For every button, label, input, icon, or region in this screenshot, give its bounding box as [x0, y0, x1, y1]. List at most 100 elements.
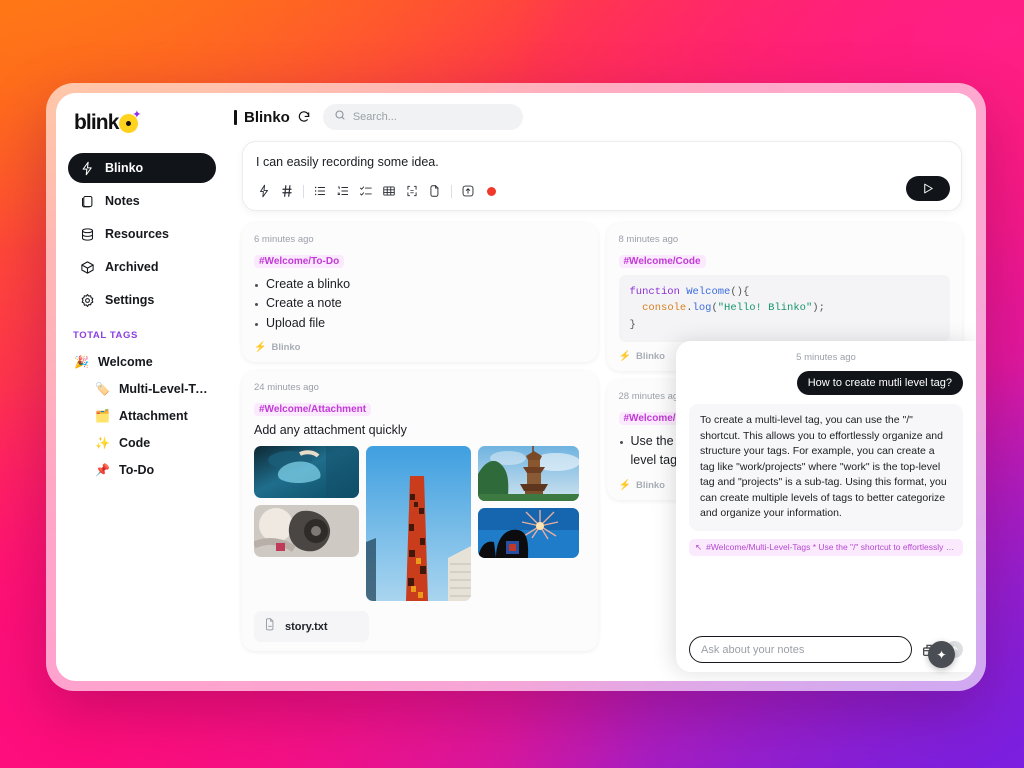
code-punct: (){: [730, 286, 750, 298]
list-item: Create a note: [254, 294, 586, 313]
main-content: Blinko I can easily recording some idea.: [228, 93, 976, 681]
logo-sparkle-icon: ✦: [132, 109, 142, 121]
search-box[interactable]: [322, 104, 523, 130]
tag-item-to-do[interactable]: 📌 To-Do: [68, 456, 216, 483]
note-source-label: Blinko: [635, 479, 665, 491]
note-timestamp: 6 minutes ago: [254, 234, 314, 245]
tag-item-attachment[interactable]: 🗂️ Attachment: [68, 402, 216, 429]
checklist-icon[interactable]: [358, 183, 374, 199]
note-card-todo[interactable]: 6 minutes ago #Welcome/To-Do Create a bl…: [242, 223, 598, 363]
note-editor[interactable]: I can easily recording some idea.: [242, 141, 962, 211]
record-icon[interactable]: [483, 183, 499, 199]
note-timestamp: 24 minutes ago: [254, 382, 319, 394]
send-note-button[interactable]: [906, 176, 950, 201]
tag-item-code[interactable]: ✨ Code: [68, 429, 216, 456]
sidebar-item-blinko[interactable]: Blinko: [68, 153, 216, 183]
sidebar-item-label: Blinko: [105, 161, 144, 175]
box-icon: [80, 260, 95, 275]
sidebar-item-settings[interactable]: Settings: [68, 285, 216, 315]
tag-label: Code: [119, 435, 151, 450]
note-source-label: Blinko: [635, 350, 665, 362]
tag-item-multi-level-tags[interactable]: 🏷️ Multi-Level-Ta...: [68, 375, 216, 402]
sidebar-item-notes[interactable]: Notes: [68, 186, 216, 216]
note-timestamp: 8 minutes ago: [618, 234, 679, 245]
photo-thumbnail[interactable]: [254, 505, 359, 558]
app-window-frame: blink ✦ Blinko Notes Resources Archived …: [46, 83, 986, 691]
pin-icon: 📌: [95, 462, 110, 477]
app-window: blink ✦ Blinko Notes Resources Archived …: [56, 93, 976, 681]
hashtag-icon[interactable]: [279, 183, 295, 199]
list-item: Create a blinko: [254, 275, 586, 294]
refresh-icon[interactable]: [297, 110, 311, 124]
note-footer: ⚡ Blinko: [254, 342, 586, 353]
chat-timestamp: 5 minutes ago: [796, 352, 856, 363]
chat-input-row: [689, 626, 963, 663]
code-block: function Welcome(){ console.log("Hello! …: [618, 275, 950, 342]
folder-icon: 🗂️: [95, 408, 110, 423]
lightning-icon[interactable]: [256, 183, 272, 199]
page-title-text: Blinko: [244, 108, 290, 126]
editor-toolbar: [256, 181, 948, 201]
code-punct: );: [812, 302, 825, 315]
code-block-icon[interactable]: [404, 183, 420, 199]
note-tag-chip[interactable]: #Welcome/To-Do: [254, 255, 345, 268]
bullet-list-icon[interactable]: [312, 183, 328, 199]
sidebar-item-label: Notes: [105, 194, 140, 208]
citation-text: #Welcome/Multi-Level-Tags * Use the "/" …: [706, 542, 955, 553]
photo-column: [478, 446, 579, 601]
toolbar-divider: [451, 184, 452, 198]
toolbar-divider: [303, 184, 304, 198]
sidebar-item-label: Archived: [105, 260, 159, 274]
ordered-list-icon[interactable]: [335, 183, 351, 199]
code-string: "Hello! Blinko": [717, 302, 813, 315]
note-bullet-list: Create a blinko Create a note Upload fil…: [254, 275, 586, 333]
party-icon: 🎉: [74, 354, 89, 369]
code-method: log: [692, 302, 712, 315]
database-icon: [80, 227, 95, 242]
note-tag-chip[interactable]: #Welcome/Attachment: [254, 403, 372, 417]
chat-user-message: How to create mutli level tag?: [796, 371, 963, 395]
tag-label: Welcome: [98, 354, 153, 369]
chat-citation[interactable]: ↖ #Welcome/Multi-Level-Tags * Use the "/…: [689, 538, 963, 556]
sparkles-icon: ✨: [95, 435, 110, 450]
ai-chat-panel: 5 minutes ago How to create mutli level …: [676, 341, 976, 672]
file-name-label: story.txt: [285, 620, 328, 633]
sparkle-icon: ✦: [936, 647, 947, 662]
note-card-attachment[interactable]: 24 minutes ago #Welcome/Attachment Add a…: [242, 371, 598, 652]
note-body-text: Add any attachment quickly: [254, 423, 407, 438]
tag-item-welcome[interactable]: 🎉 Welcome: [68, 348, 216, 375]
chat-input-wrapper[interactable]: [689, 636, 912, 663]
sidebar-item-label: Resources: [105, 227, 169, 241]
note-source-label: Blinko: [271, 342, 301, 354]
gear-icon: [80, 293, 95, 308]
sidebar-item-label: Settings: [105, 293, 155, 307]
photo-thumbnail[interactable]: [478, 508, 579, 559]
search-icon: [334, 108, 346, 126]
ai-assistant-fab[interactable]: ✦: [928, 641, 955, 668]
note-photo-grid: [254, 446, 586, 602]
code-object: console: [642, 302, 687, 315]
sidebar-item-resources[interactable]: Resources: [68, 219, 216, 249]
photo-thumbnail[interactable]: [254, 446, 359, 499]
label-icon: 🏷️: [95, 381, 110, 396]
photo-thumbnail[interactable]: [366, 446, 471, 602]
table-icon[interactable]: [381, 183, 397, 199]
photo-thumbnail[interactable]: [478, 446, 579, 502]
file-attachment-row[interactable]: story.txt: [254, 611, 369, 643]
sidebar-item-archived[interactable]: Archived: [68, 252, 216, 282]
upload-icon[interactable]: [460, 183, 476, 199]
lightning-icon: ⚡: [254, 342, 267, 354]
note-tag-chip[interactable]: #Welcome/Code: [618, 255, 706, 268]
logo-text: blink: [74, 111, 119, 134]
search-input[interactable]: [352, 111, 512, 123]
lightning-icon: ⚡: [618, 350, 631, 362]
total-tags-heading: TOTAL TAGS: [73, 330, 138, 341]
editor-text[interactable]: I can easily recording some idea.: [256, 153, 948, 181]
code-punct: }: [629, 318, 636, 331]
tag-label: Attachment: [119, 408, 188, 423]
attachment-icon[interactable]: [427, 183, 443, 199]
notes-icon: [80, 194, 95, 209]
chat-input[interactable]: [701, 643, 900, 656]
lightning-icon: [80, 161, 95, 176]
photo-column: [366, 446, 471, 602]
